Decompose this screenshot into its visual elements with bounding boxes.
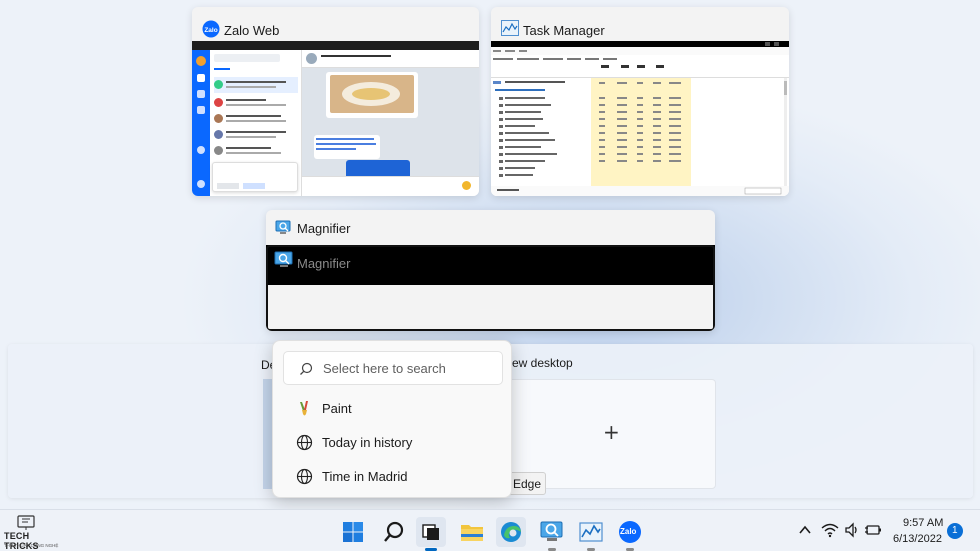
watermark-title: TECH TRICKS [4, 531, 39, 551]
task-manager-taskbar-icon[interactable] [576, 517, 606, 551]
start-button[interactable] [338, 517, 368, 547]
task-manager-window-preview [491, 41, 789, 196]
search-placeholder: Select here to search [323, 361, 446, 376]
file-explorer-icon[interactable] [457, 517, 487, 547]
globe-icon [296, 468, 313, 485]
globe-icon [296, 434, 313, 451]
watermark-subtitle: THỦ THUẬT CÔNG NGHỆ [4, 543, 59, 548]
wifi-icon[interactable] [821, 522, 839, 538]
taskbar: TECH TRICKS THỦ THUẬT CÔNG NGHỆ Zalo 9:5… [0, 509, 980, 551]
window-title-task-manager: Task Manager [523, 23, 605, 38]
window-card-magnifier[interactable]: Magnifier Magnifier [266, 210, 715, 331]
window-card-zalo[interactable]: Zalo Zalo Web [192, 7, 479, 196]
volume-icon[interactable] [844, 522, 860, 538]
window-card-task-manager[interactable]: Task Manager [491, 7, 789, 196]
magnifier-taskbar-icon[interactable] [537, 517, 567, 551]
search-input[interactable]: Select here to search [283, 351, 503, 385]
window-title-magnifier: Magnifier [297, 221, 351, 236]
zalo-app-icon: Zalo [202, 20, 220, 38]
menu-item-time-in-madrid[interactable]: Time in Madrid [291, 465, 501, 491]
window-title-zalo: Zalo Web [224, 23, 280, 38]
chevron-up-icon[interactable] [798, 523, 812, 537]
menu-item-today-in-history[interactable]: Today in history [291, 431, 501, 457]
clock-date[interactable]: 6/13/2022 [893, 533, 942, 545]
task-manager-app-icon [501, 20, 519, 36]
battery-icon[interactable] [864, 522, 882, 538]
paint-icon [297, 400, 313, 418]
zalo-taskbar-icon[interactable]: Zalo [615, 517, 645, 551]
search-popup: Select here to search Paint Today in his… [272, 340, 512, 498]
magnifier-preview-border [266, 245, 715, 331]
edge-tooltip: Edge [506, 472, 546, 495]
edge-icon[interactable] [496, 517, 526, 547]
menu-item-paint[interactable]: Paint [291, 397, 501, 423]
zalo-window-preview [192, 41, 479, 196]
notification-badge[interactable]: 1 [947, 523, 963, 539]
clock-time[interactable]: 9:57 AM [903, 517, 943, 529]
taskbar-search-icon[interactable] [379, 517, 409, 547]
search-icon [299, 362, 313, 376]
tech-tricks-logo: TECH TRICKS THỦ THUẬT CÔNG NGHỆ [4, 514, 59, 551]
plus-icon: + [603, 420, 620, 444]
new-desktop-label: ew desktop [512, 356, 573, 370]
zalo-taskbar-label: Zalo [620, 527, 637, 536]
magnifier-app-icon [275, 220, 293, 236]
svg-text:Zalo: Zalo [204, 27, 217, 34]
task-view-button[interactable] [416, 517, 446, 551]
